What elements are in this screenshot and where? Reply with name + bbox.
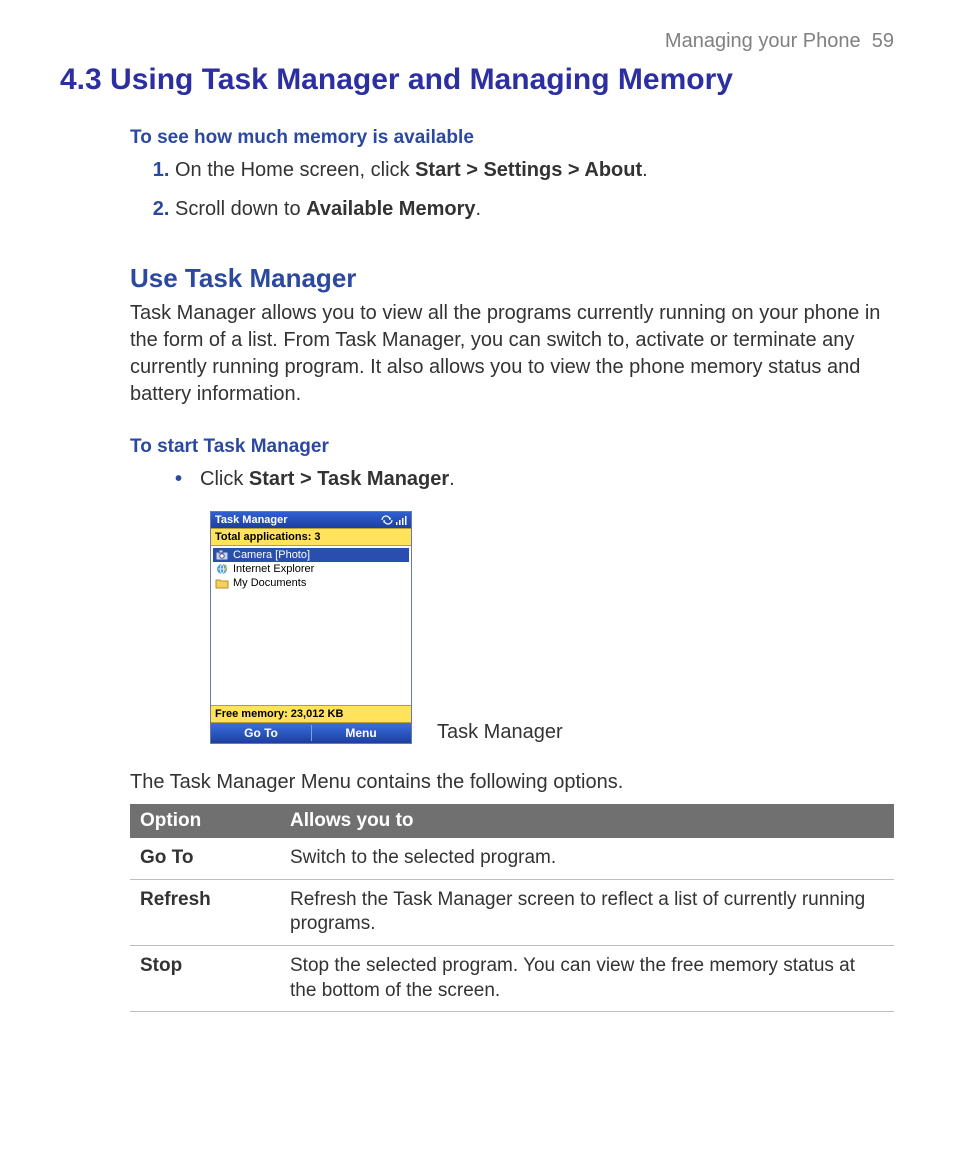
th-option: Option (130, 804, 280, 838)
tm-softkeys: Go To Menu (211, 723, 411, 743)
menu-intro: The Task Manager Menu contains the follo… (130, 769, 894, 796)
desc-stop: Stop the selected program. You can view … (280, 946, 894, 1012)
start-tm-list: Click Start > Task Manager. (130, 466, 894, 493)
use-tm-paragraph: Task Manager allows you to view all the … (130, 300, 894, 408)
task-manager-screenshot: Task Manager Total applications: 3 Camer… (210, 511, 412, 744)
screenshot-caption: Task Manager (437, 721, 563, 744)
tm-titlebar: Task Manager (211, 512, 411, 528)
tm-free-memory: Free memory: 23,012 KB (211, 705, 411, 723)
softkey-divider (311, 725, 312, 741)
section-title: 4.3 Using Task Manager and Managing Memo… (60, 63, 894, 97)
page-header: Managing your Phone 59 (60, 30, 894, 53)
softkey-goto: Go To (211, 726, 311, 740)
options-table: Option Allows you to Go To Switch to the… (130, 804, 894, 1012)
option-goto: Go To (130, 838, 280, 879)
ie-icon (215, 563, 229, 575)
tm-total-apps: Total applications: 3 (211, 528, 411, 546)
page-number: 59 (872, 30, 894, 52)
signal-icon (395, 515, 407, 525)
table-row: Refresh Refresh the Task Manager screen … (130, 879, 894, 945)
desc-refresh: Refresh the Task Manager screen to refle… (280, 879, 894, 945)
option-refresh: Refresh (130, 879, 280, 945)
table-row: Go To Switch to the selected program. (130, 838, 894, 879)
softkey-menu: Menu (311, 726, 411, 740)
tm-app-docs: My Documents (213, 576, 409, 590)
th-allows: Allows you to (280, 804, 894, 838)
tm-status-icons (381, 515, 407, 525)
tm-app-camera: Camera [Photo] (213, 548, 409, 562)
tm-app-ie: Internet Explorer (213, 562, 409, 576)
subheading-memory: To see how much memory is available (130, 127, 894, 149)
tm-app-list: Camera [Photo] Internet Explorer My Docu… (211, 546, 411, 705)
tm-title: Task Manager (215, 514, 288, 526)
folder-icon (215, 577, 229, 589)
subheading-start-tm: To start Task Manager (130, 436, 894, 458)
memory-steps-list: On the Home screen, click Start > Settin… (130, 157, 894, 223)
sync-icon (381, 515, 393, 525)
table-row: Stop Stop the selected program. You can … (130, 946, 894, 1012)
subheading-use-tm: Use Task Manager (130, 263, 894, 294)
desc-goto: Switch to the selected program. (280, 838, 894, 879)
step-1: On the Home screen, click Start > Settin… (175, 157, 894, 184)
start-tm-bullet: Click Start > Task Manager. (175, 466, 894, 493)
screenshot-row: Task Manager Total applications: 3 Camer… (210, 511, 894, 744)
step-2: Scroll down to Available Memory. (175, 196, 894, 223)
chapter-name: Managing your Phone (665, 30, 861, 52)
option-stop: Stop (130, 946, 280, 1012)
camera-icon (215, 549, 229, 561)
